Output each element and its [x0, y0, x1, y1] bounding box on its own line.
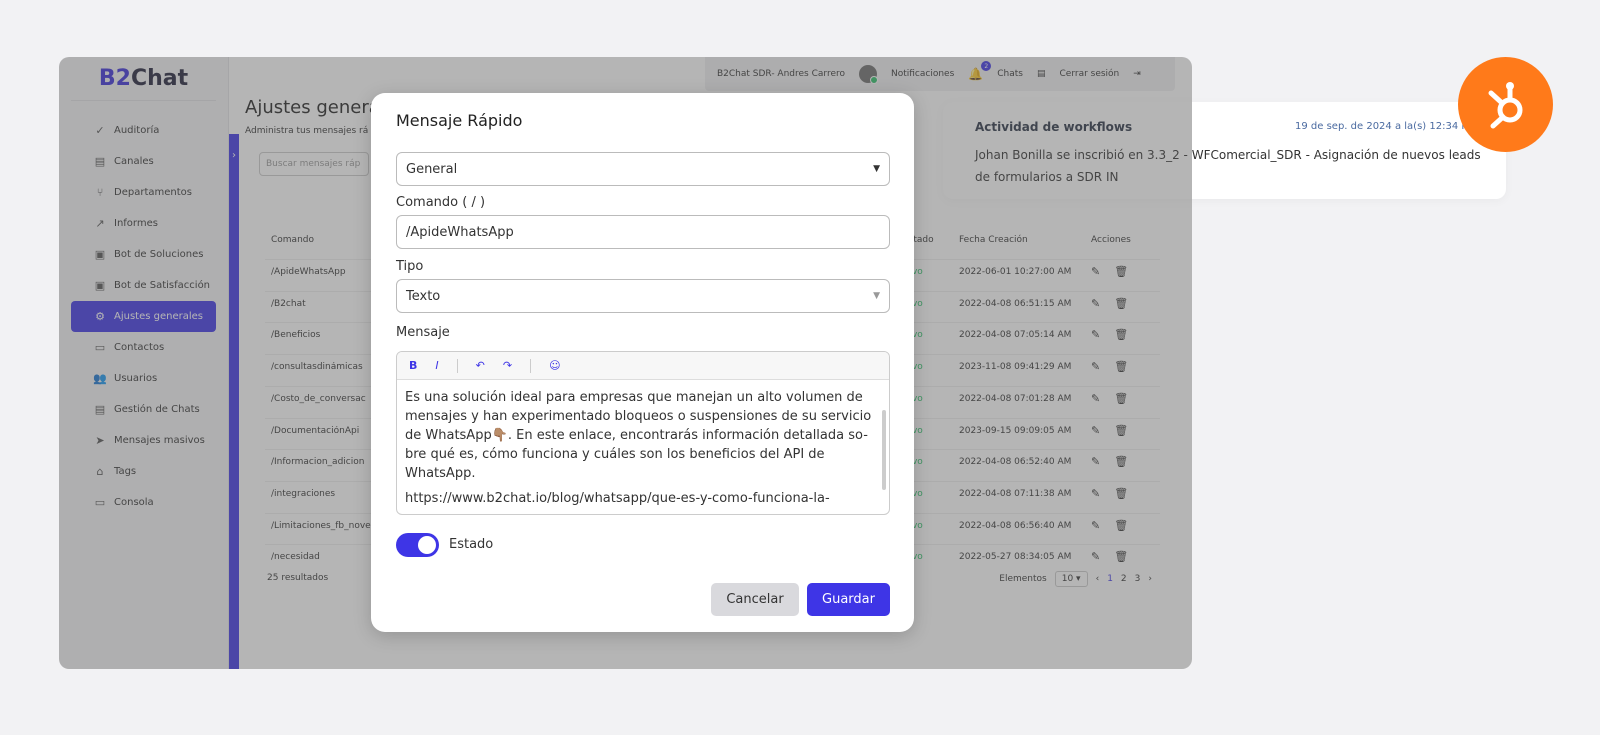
quick-message-dialog: Mensaje Rápido General ▼ Comando ( / ) /…: [371, 93, 914, 632]
toolbar-divider: [530, 358, 532, 373]
redo-icon[interactable]: ↷: [503, 359, 512, 372]
type-select[interactable]: Texto ▼: [396, 279, 890, 313]
emoji-icon[interactable]: ☺: [549, 359, 560, 372]
editor-toolbar: B I ↶ ↷ ☺: [397, 352, 889, 380]
command-label: Comando ( / ): [396, 195, 486, 210]
dropdown-caret-icon: ▼: [873, 164, 880, 174]
undo-icon[interactable]: ↶: [476, 359, 485, 372]
editor-scrollbar[interactable]: [882, 410, 886, 490]
command-value: /ApideWhatsApp: [406, 224, 514, 240]
message-text-area[interactable]: Es una solución ideal para empresas que …: [397, 380, 889, 514]
category-select[interactable]: General ▼: [396, 152, 890, 186]
type-value: Texto: [406, 288, 441, 304]
message-link: https://www.b2chat.io/blog/whatsapp/que-…: [405, 491, 830, 506]
dropdown-caret-icon: ▼: [873, 291, 880, 301]
message-label: Mensaje: [396, 325, 450, 340]
save-button[interactable]: Guardar: [807, 583, 890, 616]
message-editor[interactable]: B I ↶ ↷ ☺ Es una solución ideal para emp…: [396, 351, 890, 515]
notification-time: 19 de sep. de 2024 a la(s) 12:34 PM: [1295, 121, 1477, 132]
message-paragraph: Es una solución ideal para empresas que …: [405, 390, 872, 481]
category-value: General: [406, 161, 458, 177]
hubspot-sprocket-icon: [1488, 81, 1522, 128]
cancel-button[interactable]: Cancelar: [711, 583, 799, 616]
dialog-title: Mensaje Rápido: [396, 111, 523, 130]
hubspot-logo-icon: [1458, 57, 1553, 152]
command-input[interactable]: /ApideWhatsApp: [396, 215, 890, 249]
status-label: Estado: [449, 537, 494, 552]
toolbar-divider: [456, 358, 458, 373]
status-toggle[interactable]: [396, 533, 439, 557]
bold-icon[interactable]: B: [409, 359, 417, 372]
italic-icon[interactable]: I: [435, 359, 438, 372]
type-label: Tipo: [396, 259, 424, 274]
